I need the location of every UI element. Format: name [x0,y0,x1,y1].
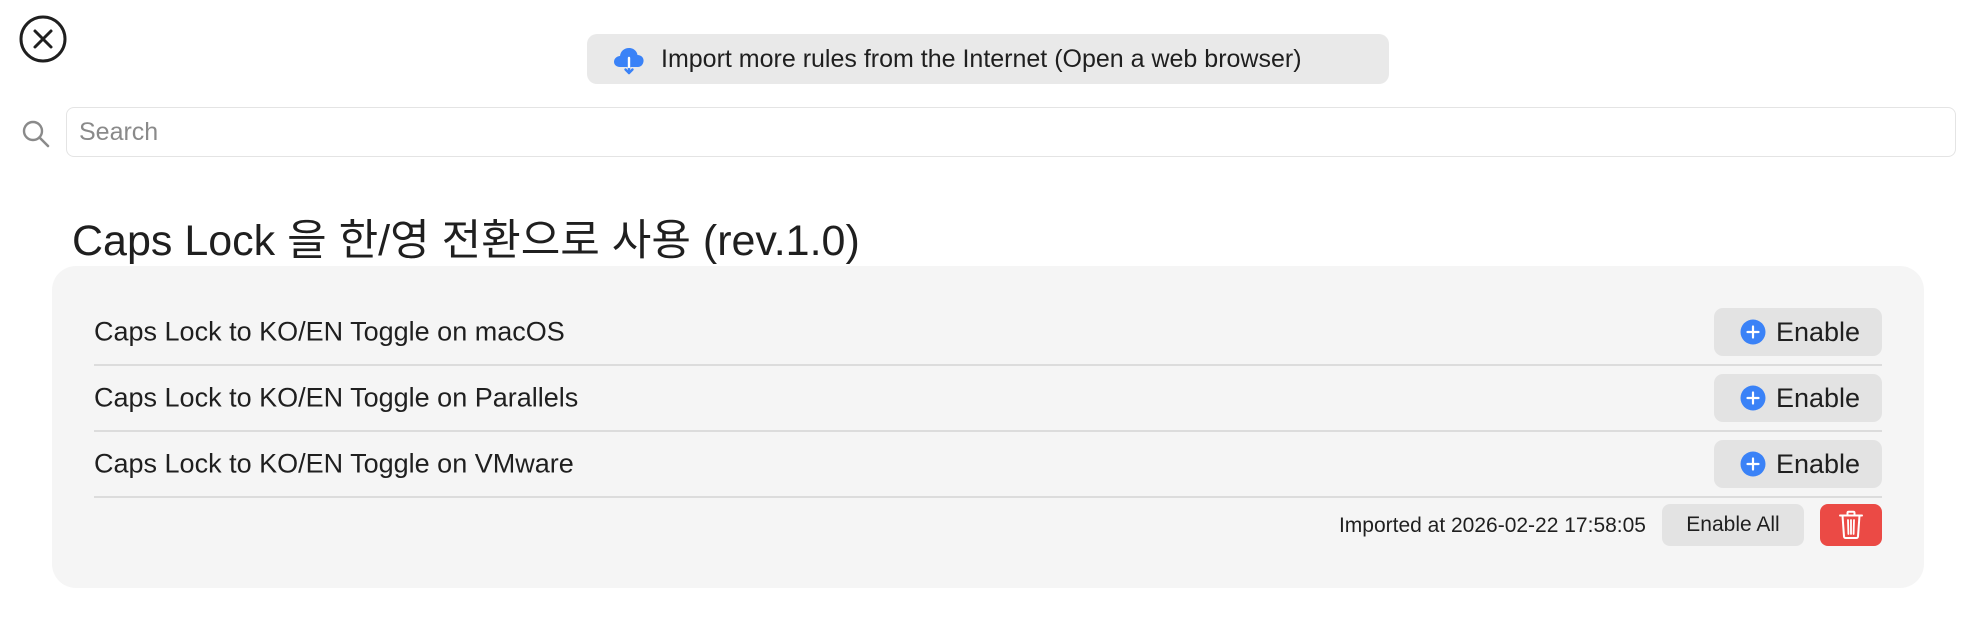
close-circle-icon [19,15,67,63]
enable-all-button[interactable]: Enable All [1662,504,1804,546]
enable-label: Enable [1776,316,1861,347]
rule-group-title: Caps Lock 을 한/영 전환으로 사용 (rev.1.0) [72,217,860,265]
rule-group-footer: Imported at 2026-02-22 17:58:05 Enable A… [94,504,1882,548]
enable-label: Enable [1776,448,1861,479]
close-button[interactable] [18,14,68,64]
cloud-download-icon [611,41,647,77]
rule-row: Caps Lock to KO/EN Toggle on Parallels E… [94,366,1882,432]
rule-row: Caps Lock to KO/EN Toggle on VMware Enab… [94,432,1882,498]
import-rules-button[interactable]: Import more rules from the Internet (Ope… [587,34,1389,84]
search-input[interactable] [66,107,1956,157]
delete-group-button[interactable] [1820,504,1882,546]
rule-group-card: Caps Lock to KO/EN Toggle on macOS Enabl… [52,266,1924,588]
imported-at-timestamp: Imported at 2026-02-22 17:58:05 [1338,514,1646,537]
trash-icon [1839,510,1863,539]
rules-import-page: Import more rules from the Internet (Ope… [0,0,1966,638]
rule-label: Caps Lock to KO/EN Toggle on VMware [94,448,574,479]
import-rules-label: Import more rules from the Internet (Ope… [661,44,1302,73]
enable-rule-button[interactable]: Enable [1714,308,1882,356]
enable-rule-button[interactable]: Enable [1714,440,1882,488]
enable-label: Enable [1776,382,1861,413]
enable-rule-button[interactable]: Enable [1714,374,1882,422]
rule-label: Caps Lock to KO/EN Toggle on macOS [94,316,565,347]
plus-circle-icon [1740,319,1766,345]
rule-label: Caps Lock to KO/EN Toggle on Parallels [94,382,579,413]
plus-circle-icon [1740,385,1766,411]
rule-row: Caps Lock to KO/EN Toggle on macOS Enabl… [94,300,1882,366]
magnifying-glass-icon [20,118,52,150]
plus-circle-icon [1740,451,1766,477]
